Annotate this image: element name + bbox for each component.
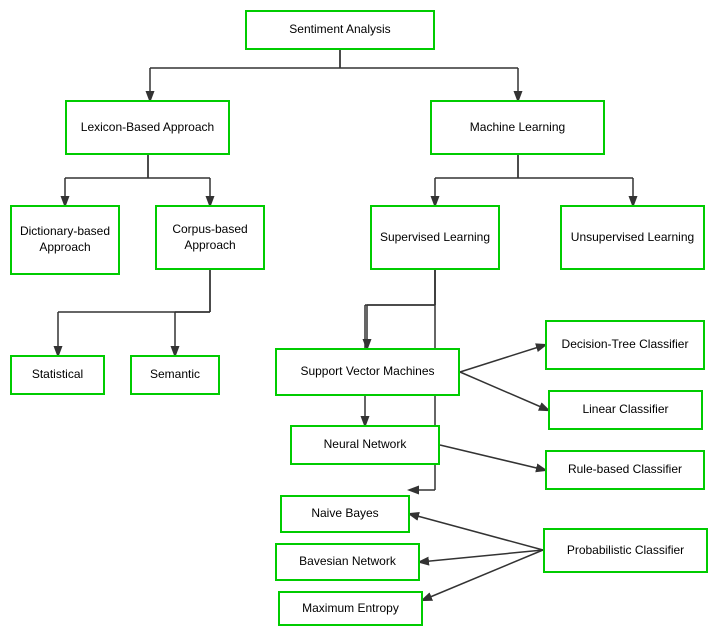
node-corpus_based: Corpus-based Approach	[155, 205, 265, 270]
node-neural_network: Neural Network	[290, 425, 440, 465]
node-label-neural_network: Neural Network	[324, 437, 407, 453]
node-statistical: Statistical	[10, 355, 105, 395]
node-label-corpus_based: Corpus-based Approach	[161, 222, 259, 253]
node-dictionary_based: Dictionary-based Approach	[10, 205, 120, 275]
node-linear_classifier: Linear Classifier	[548, 390, 703, 430]
node-label-unsupervised: Unsupervised Learning	[571, 230, 694, 246]
node-label-semantic: Semantic	[150, 367, 200, 383]
node-rule_based: Rule-based Classifier	[545, 450, 705, 490]
node-label-dictionary_based: Dictionary-based Approach	[16, 224, 114, 255]
node-probabilistic: Probabilistic Classifier	[543, 528, 708, 573]
node-label-statistical: Statistical	[32, 367, 83, 383]
node-bavesian: Bavesian Network	[275, 543, 420, 581]
node-svm: Support Vector Machines	[275, 348, 460, 396]
node-sentiment_analysis: Sentiment Analysis	[245, 10, 435, 50]
node-max_entropy: Maximum Entropy	[278, 591, 423, 626]
node-label-supervised: Supervised Learning	[380, 230, 490, 246]
node-label-machine_learning: Machine Learning	[470, 120, 565, 136]
node-machine_learning: Machine Learning	[430, 100, 605, 155]
node-label-lexicon_based: Lexicon-Based Approach	[81, 120, 214, 136]
node-label-probabilistic: Probabilistic Classifier	[567, 543, 684, 559]
node-decision_tree: Decision-Tree Classifier	[545, 320, 705, 370]
node-unsupervised: Unsupervised Learning	[560, 205, 705, 270]
node-lexicon_based: Lexicon-Based Approach	[65, 100, 230, 155]
node-label-linear_classifier: Linear Classifier	[582, 402, 668, 418]
node-label-svm: Support Vector Machines	[300, 364, 434, 380]
node-label-rule_based: Rule-based Classifier	[568, 462, 682, 478]
diagram: Sentiment Analysis Lexicon-Based Approach…	[0, 0, 728, 624]
node-semantic: Semantic	[130, 355, 220, 395]
node-label-bavesian: Bavesian Network	[299, 554, 396, 570]
node-label-naive_bayes: Naive Bayes	[311, 506, 378, 522]
node-naive_bayes: Naive Bayes	[280, 495, 410, 533]
node-supervised: Supervised Learning	[370, 205, 500, 270]
node-label-max_entropy: Maximum Entropy	[302, 601, 399, 617]
node-label-decision_tree: Decision-Tree Classifier	[562, 337, 689, 353]
node-label-sentiment_analysis: Sentiment Analysis	[289, 22, 390, 38]
